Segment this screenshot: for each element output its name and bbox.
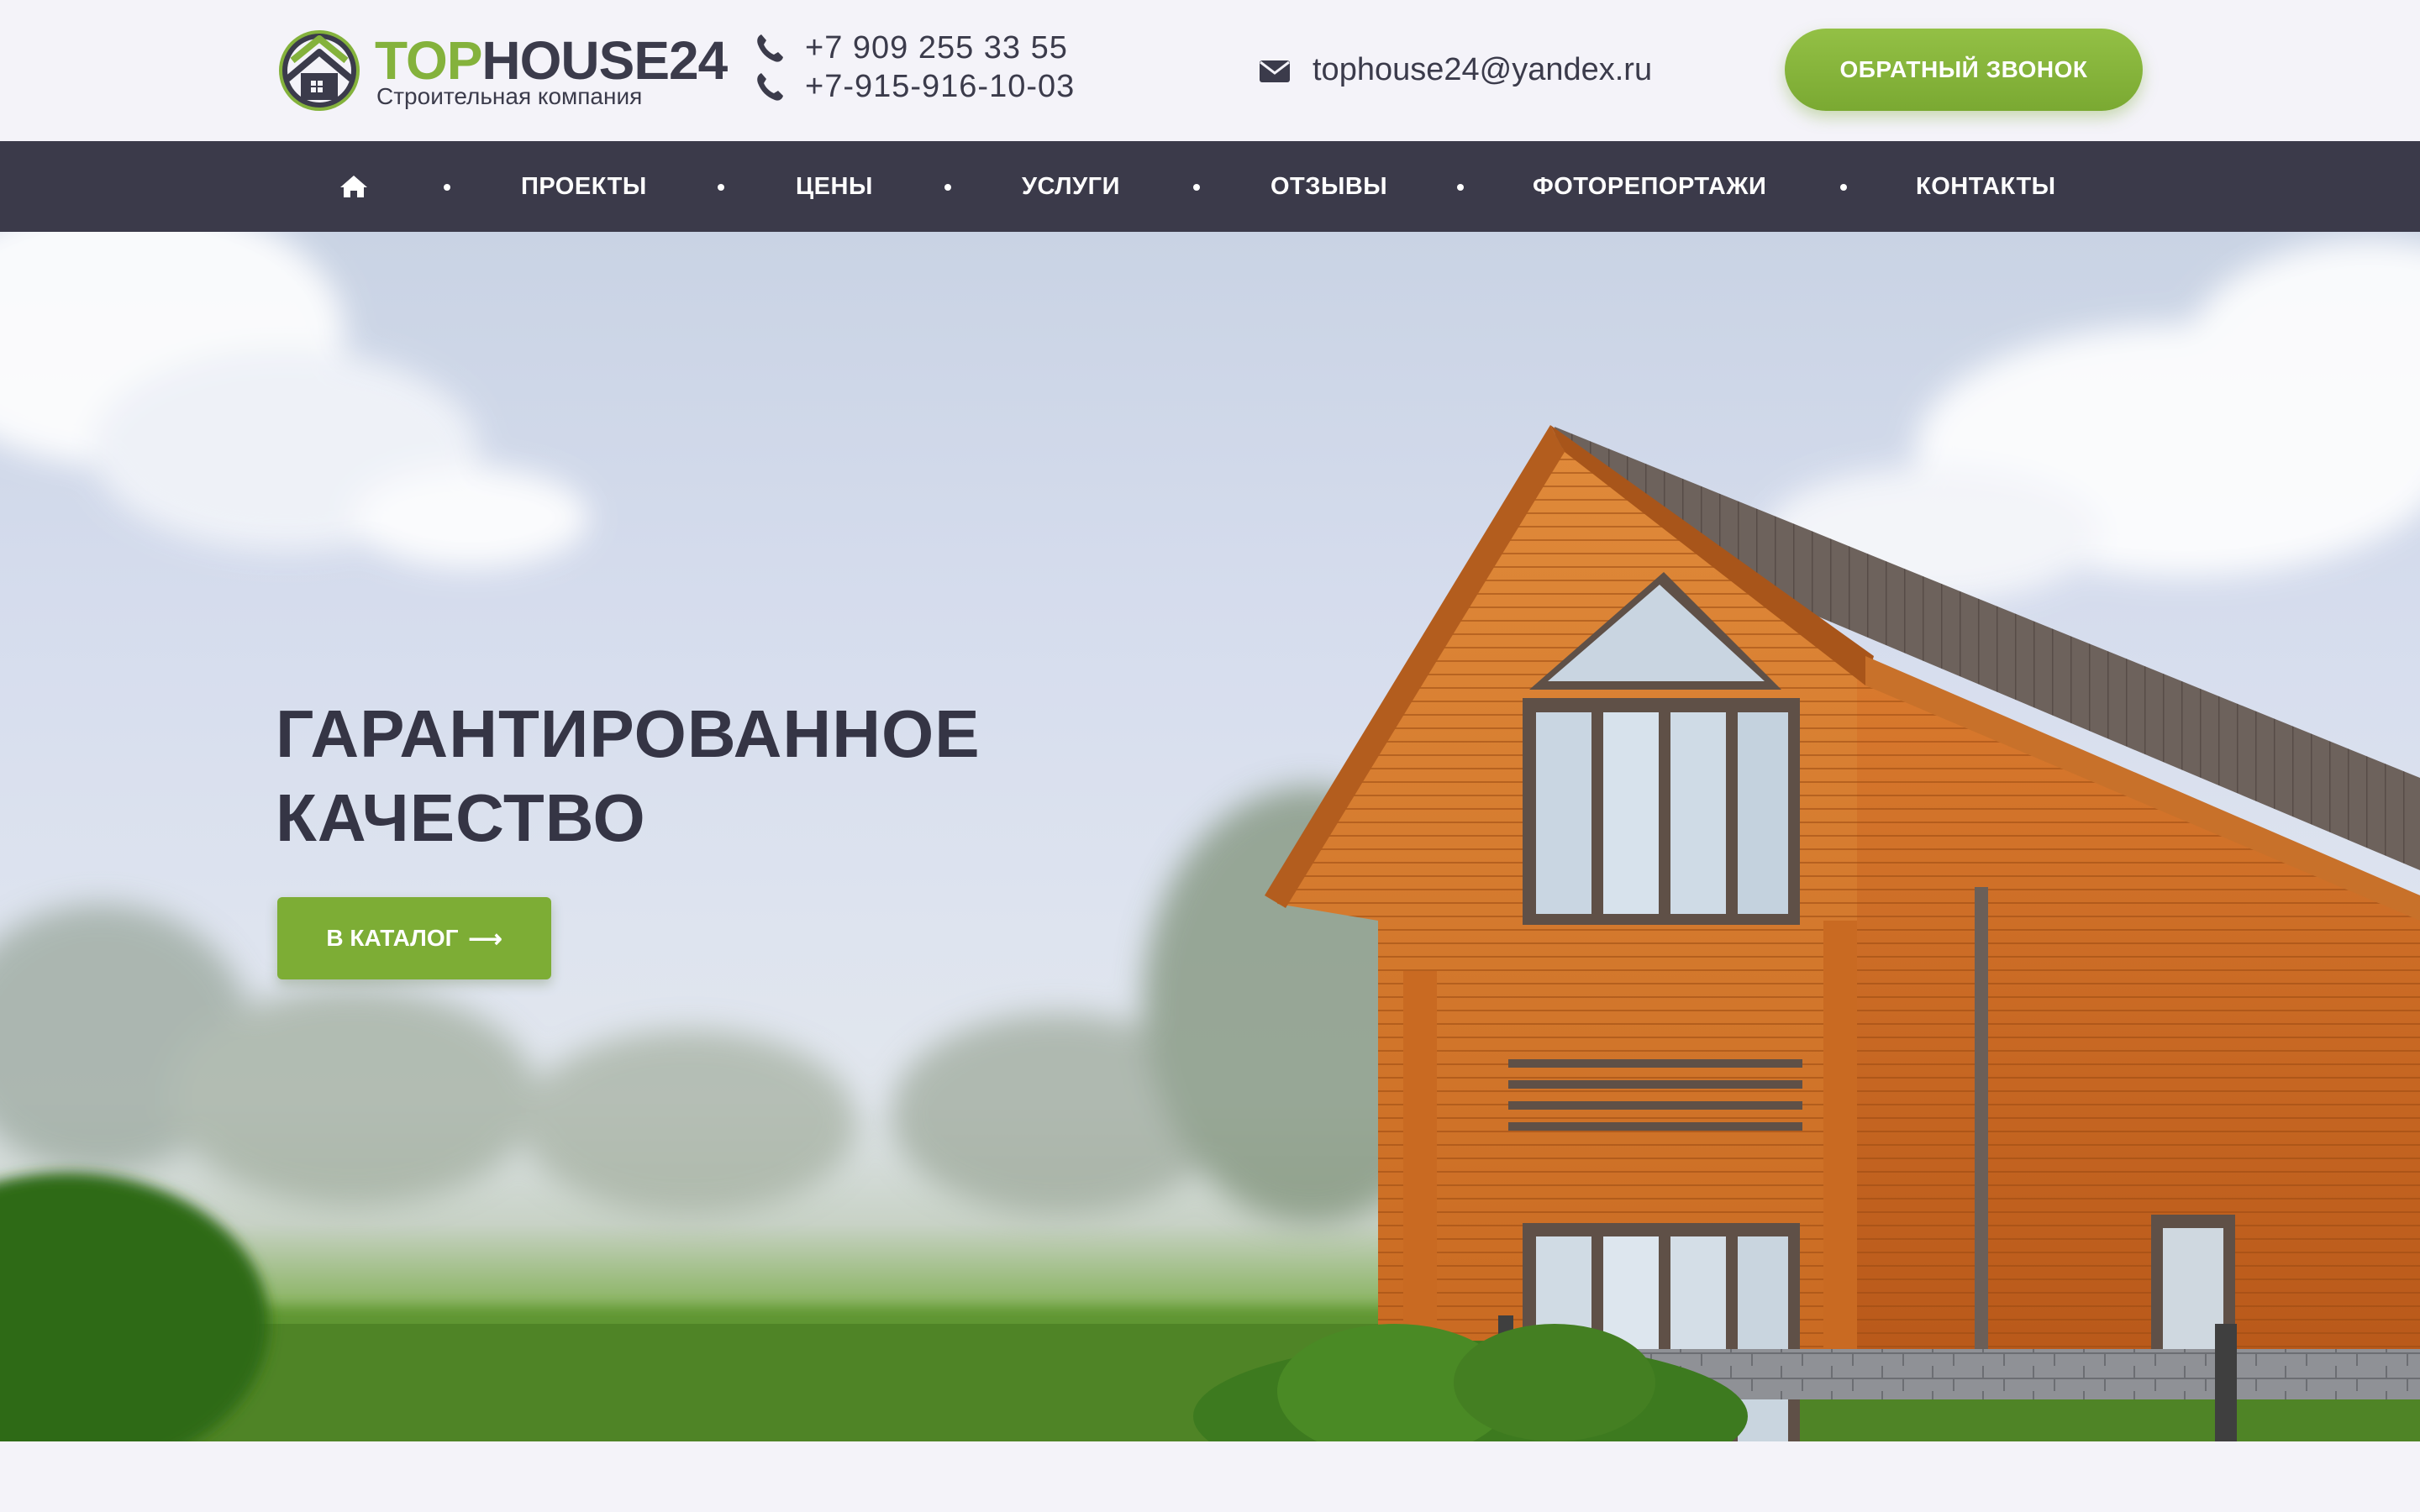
main-nav: ПРОЕКТЫ ЦЕНЫ УСЛУГИ ОТЗЫВЫ ФОТОРЕПОРТАЖИ… [0,141,2420,232]
hero-title-line-2: КАЧЕСТВО [276,780,646,855]
nav-separator [944,184,951,191]
nav-item-projects[interactable]: ПРОЕКТЫ [521,141,647,232]
site-header: TOPHOUSE24 Строительная компания +7 909 … [0,0,2420,141]
hero-title-line-1: ГАРАНТИРОВАННОЕ [276,696,981,771]
email-contact[interactable]: tophouse24@yandex.ru [1259,52,1652,88]
page-bottom-strip [0,1441,2420,1512]
nav-separator [1457,184,1464,191]
envelope-icon [1260,60,1290,82]
phone-number-1[interactable]: +7 909 255 33 55 [805,30,1068,66]
nav-home[interactable] [339,141,368,232]
logo-subtitle: Строительная компания [376,83,643,109]
nav-separator [718,184,724,191]
nav-item-reviews[interactable]: ОТЗЫВЫ [1270,141,1387,232]
phone-number-2[interactable]: +7-915-916-10-03 [805,69,1075,105]
nav-separator [444,184,450,191]
nav-separator [1193,184,1200,191]
catalog-button[interactable]: В КАТАЛОГ ⟶ [277,897,551,979]
email-address[interactable]: tophouse24@yandex.ru [1313,52,1652,88]
hero-banner: ГАРАНТИРОВАННОЕ КАЧЕСТВО В КАТАЛОГ ⟶ [0,232,2420,1441]
phone-icon [757,34,783,62]
phone-row-2[interactable]: +7-915-916-10-03 [753,67,1075,106]
phone-row-1[interactable]: +7 909 255 33 55 [753,29,1075,67]
nav-item-photo-reports[interactable]: ФОТОРЕПОРТАЖИ [1533,141,1766,232]
arrow-right-icon: ⟶ [468,925,502,952]
hero-title: ГАРАНТИРОВАННОЕ КАЧЕСТВО [276,692,981,860]
nav-item-contacts[interactable]: КОНТАКТЫ [1916,141,2056,232]
nav-separator [1840,184,1847,191]
catalog-button-label: В КАТАЛОГ [326,925,459,951]
nav-item-services[interactable]: УСЛУГИ [1022,141,1120,232]
house-logo-icon [279,30,360,111]
logo[interactable]: TOPHOUSE24 Строительная компания [276,27,729,119]
phone-list: +7 909 255 33 55 +7-915-916-10-03 [753,29,1075,106]
home-icon [340,176,367,197]
callback-button[interactable]: ОБРАТНЫЙ ЗВОНОК [1785,29,2143,111]
nav-item-prices[interactable]: ЦЕНЫ [796,141,873,232]
phone-icon [757,73,783,101]
